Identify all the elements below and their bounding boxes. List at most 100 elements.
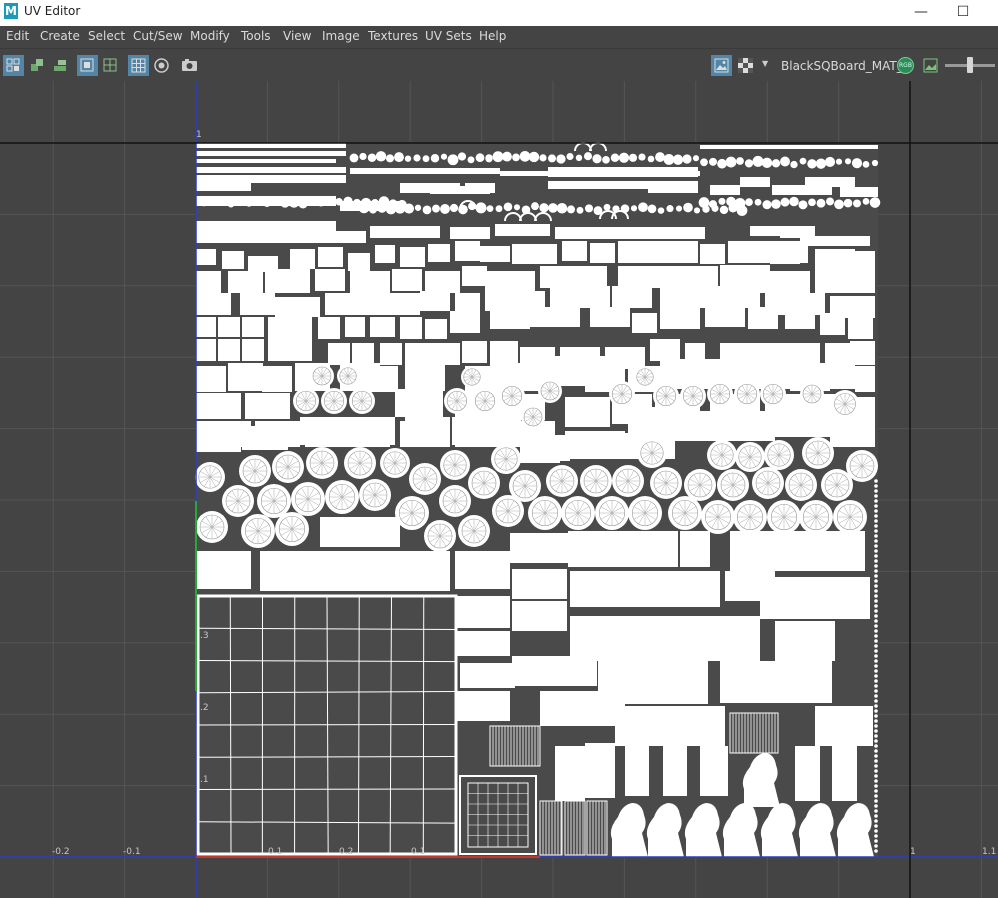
wireframe-toggle-icon[interactable]: [77, 55, 98, 76]
menu-uv-sets[interactable]: UV Sets: [425, 29, 472, 43]
image-ratio-icon[interactable]: [920, 55, 941, 76]
uv-shell: [496, 417, 521, 443]
menu-tools[interactable]: Tools: [241, 29, 271, 43]
uv-shell: [570, 571, 720, 607]
uv-shell: [816, 198, 826, 208]
uv-shell: [647, 155, 655, 163]
uv-shell: [615, 706, 725, 746]
uv-shell: [565, 397, 610, 427]
uv-shell: [682, 154, 692, 164]
uv-shell: [789, 196, 799, 207]
uv-shell: [874, 824, 878, 828]
uv-shell: [874, 564, 878, 568]
uv-shell: [375, 245, 395, 263]
uv-shell: [618, 241, 698, 263]
menu-image[interactable]: Image: [322, 29, 360, 43]
uv-shell: [345, 317, 365, 337]
uv-shell: [754, 198, 762, 206]
uv-shell: [874, 604, 878, 608]
uv-shell: [222, 251, 244, 269]
y-tick-label: .1: [200, 775, 209, 785]
menu-modify[interactable]: Modify: [190, 29, 230, 43]
uv-shell: [862, 197, 870, 205]
uv-shell: [218, 339, 240, 361]
checker-tiles-icon[interactable]: [735, 55, 756, 76]
uv-shell: [196, 551, 251, 589]
uv-shell: [348, 253, 370, 271]
uv-shell: [460, 663, 515, 688]
uv-shell: [455, 631, 510, 656]
uv-shell: [825, 363, 855, 389]
uv-shell: [874, 834, 878, 838]
uv-shell: [318, 317, 340, 339]
uv-shell: [780, 197, 790, 207]
uv-shell: [531, 202, 539, 211]
camera-snapshot-icon[interactable]: [179, 55, 200, 76]
uv-shell: [414, 204, 422, 211]
uv-shell: [771, 159, 781, 168]
uv-shell: [242, 317, 264, 337]
uv-shell: [413, 154, 421, 162]
uv-shell: [874, 759, 878, 763]
stack-shells-icon[interactable]: [50, 55, 71, 76]
uv-shell: [734, 197, 746, 209]
menu-view[interactable]: View: [283, 29, 311, 43]
uv-shell: [851, 158, 863, 169]
x-tick-label: -0.2: [52, 847, 70, 857]
uv-shell: [799, 157, 807, 165]
maximize-button[interactable]: ☐: [940, 0, 986, 26]
menu-select[interactable]: Select: [88, 29, 125, 43]
uv-shell: [326, 198, 334, 205]
exposure-slider-handle[interactable]: [967, 57, 973, 73]
uv-shell: [352, 343, 374, 365]
uv-shell: [874, 644, 878, 648]
minimize-button[interactable]: —: [898, 0, 944, 26]
uv-shell: [874, 524, 878, 528]
uv-shell: [748, 307, 778, 329]
uv-shell: [262, 198, 272, 207]
uv-shaded-icon[interactable]: [100, 55, 121, 76]
dropdown-arrow-icon[interactable]: ▼: [762, 59, 768, 68]
uv-shell: [874, 659, 878, 663]
menu-edit[interactable]: Edit: [6, 29, 29, 43]
material-name-label[interactable]: BlackSQBoard_MAT_D: [781, 59, 912, 73]
menu-cut-sew[interactable]: Cut/Sew: [133, 29, 183, 43]
uv-shell: [350, 168, 500, 174]
uv-shell: [874, 724, 878, 728]
uv-layout-icon[interactable]: [3, 55, 24, 76]
uv-shell: [467, 156, 475, 164]
grid-toggle-icon[interactable]: [128, 55, 149, 76]
uv-shell: [800, 236, 870, 246]
uv-shell: [539, 154, 547, 162]
uv-shell: [350, 271, 390, 295]
display-image-icon[interactable]: [711, 55, 732, 76]
uv-shell: [568, 531, 678, 567]
uv-shell: [874, 579, 878, 583]
uv-shell: [648, 183, 698, 193]
uv-shell: [265, 269, 310, 293]
shell-select-icon[interactable]: [27, 55, 48, 76]
uv-viewport[interactable]: -0.2 -0.1 0.1 0.2 0.1 1 1.1 1 .3 .2 .1: [0, 81, 998, 898]
uv-shell: [228, 363, 263, 391]
uv-shell: [874, 799, 878, 803]
uv-shell: [874, 714, 878, 718]
uv-shell: [298, 199, 308, 209]
uv-shell: [486, 205, 494, 213]
uv-shell: [874, 494, 878, 498]
uv-shell: [663, 746, 687, 796]
uv-shell: [404, 155, 412, 162]
menu-help[interactable]: Help: [479, 29, 506, 43]
menu-textures[interactable]: Textures: [368, 29, 418, 43]
uv-shell: [871, 159, 879, 167]
pixel-snap-icon[interactable]: [151, 55, 172, 76]
uv-shell: [712, 413, 812, 437]
uv-shell: [874, 789, 878, 793]
uv-shell: [874, 719, 878, 723]
menu-create[interactable]: Create: [40, 29, 80, 43]
uv-shell: [335, 197, 343, 206]
uv-shell: [539, 203, 549, 213]
rgb-channels-icon[interactable]: RGB: [897, 57, 914, 74]
uv-shell: [874, 544, 878, 548]
uv-shell: [700, 145, 878, 149]
uv-canvas[interactable]: [0, 81, 998, 898]
